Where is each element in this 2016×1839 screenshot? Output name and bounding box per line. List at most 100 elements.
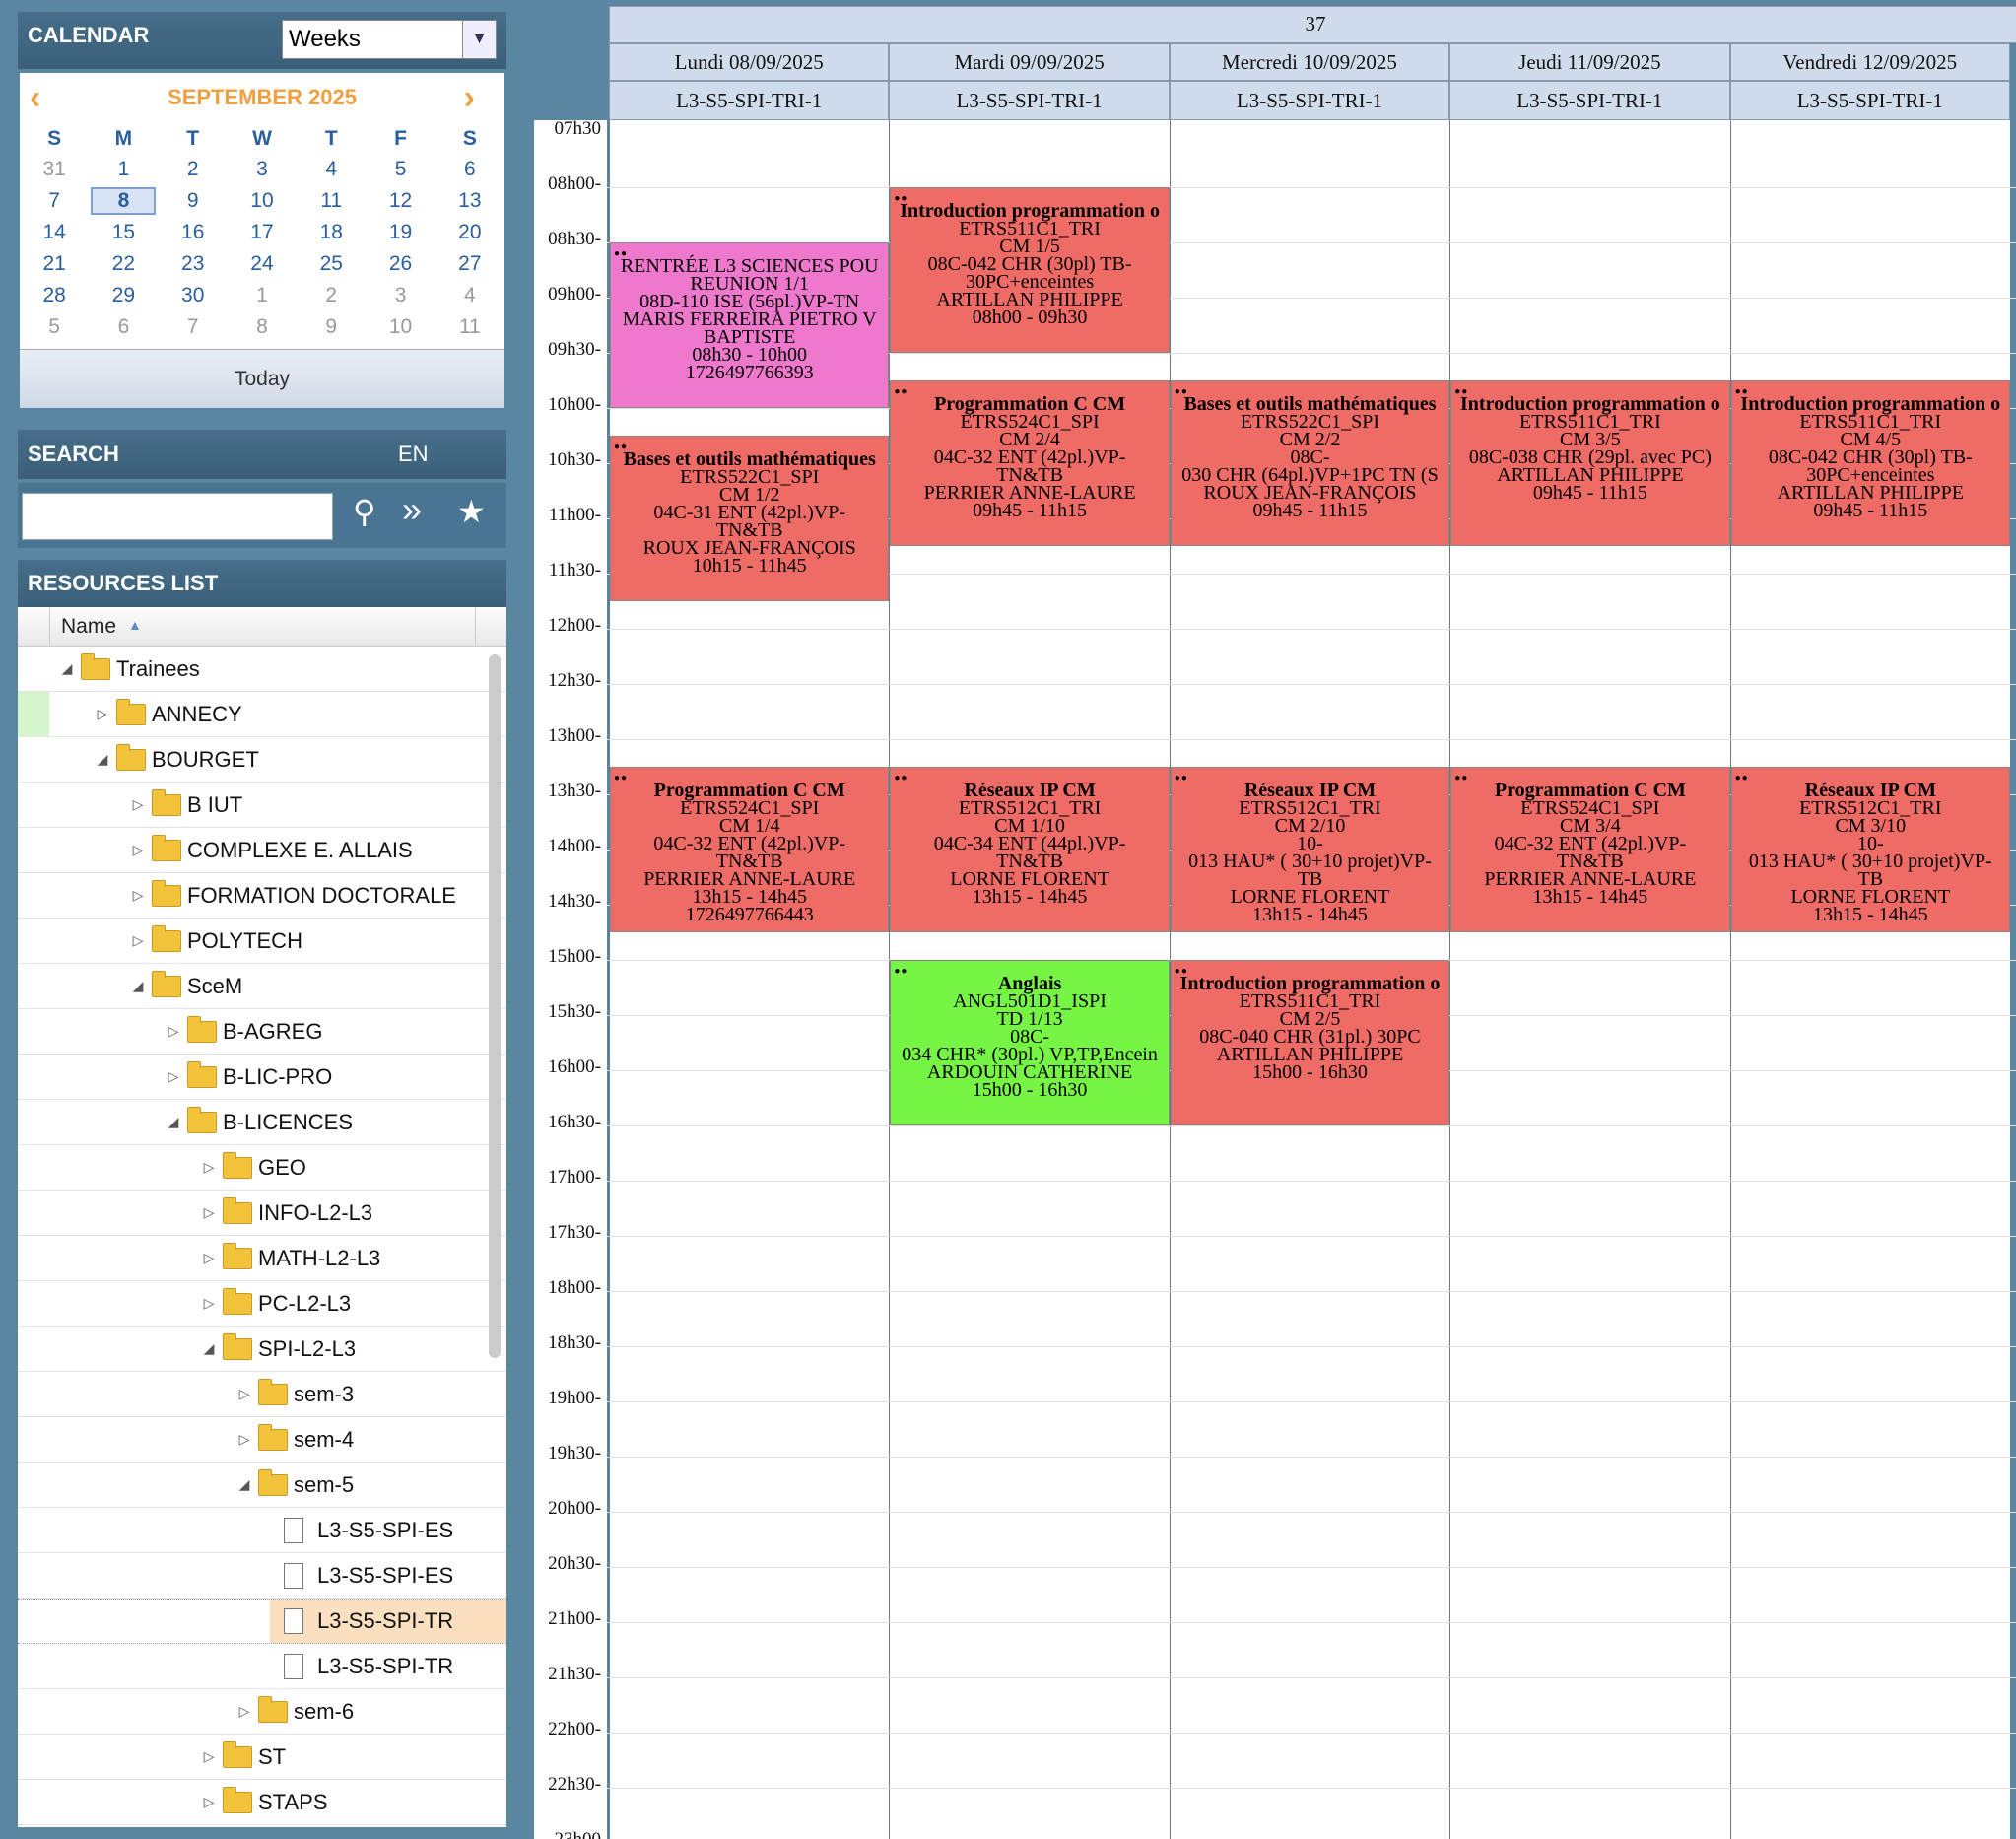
day-cell[interactable]: 27 [436,248,504,280]
course-event[interactable]: ●● Bases et outils mathématiques ETRS522C1… [1170,380,1450,546]
day-header[interactable]: Vendredi 12/09/2025 [1729,43,2010,81]
tree-item[interactable]: ▷ ANNECY [18,692,506,737]
day-cell[interactable]: 23 [159,248,228,280]
tree-item[interactable]: L3-S5-SPI-ES [18,1508,506,1553]
day-column[interactable] [1729,120,2010,1839]
day-cell[interactable]: 7 [159,311,228,343]
course-event[interactable]: ●● Introduction programmation o ETRS511C1_… [890,187,1170,353]
star-icon[interactable]: ★ [457,493,486,530]
tree-item[interactable]: ◢ SceM [18,964,506,1009]
day-cell[interactable]: 15 [89,217,158,248]
tree-item[interactable]: ▷ PC-L2-L3 [18,1281,506,1327]
course-event[interactable]: ●● Programmation C CM ETRS524C1_SPI CM 1/4 0… [610,767,890,932]
tree-item[interactable]: ▷ STAPS [18,1780,506,1825]
course-event[interactable]: ●● Réseaux IP CM ETRS512C1_TRI CM 2/10 10- 01… [1170,767,1450,932]
day-header[interactable]: Lundi 08/09/2025 [609,43,890,81]
day-cell[interactable]: 13 [436,185,504,217]
day-cell[interactable]: 2 [297,280,366,311]
tree-item[interactable]: ▷ FORMATION DOCTORALE [18,873,506,919]
tree-item[interactable]: ▷ sem-3 [18,1372,506,1417]
collapse-icon[interactable]: ◢ [199,1340,219,1357]
today-button[interactable]: Today [20,349,504,408]
language-toggle[interactable]: EN [398,430,429,479]
day-cell[interactable]: 10 [366,311,435,343]
tree-scrollbar[interactable] [489,654,501,1358]
tree-item[interactable]: L3-S5-SPI-ES [18,1553,506,1599]
day-cell[interactable]: 5 [20,311,89,343]
search-icon[interactable]: ⚲ [353,493,375,530]
collapse-icon[interactable]: ◢ [57,660,77,677]
expand-icon[interactable]: ▷ [199,1295,219,1312]
day-cell[interactable]: 6 [89,311,158,343]
tree-column-header[interactable]: Name ▲ [18,607,506,647]
search-input[interactable] [22,493,333,540]
day-cell[interactable]: 18 [297,217,366,248]
course-event[interactable]: ●● Bases et outils mathématiques ETRS522C1… [610,436,890,601]
day-cell[interactable]: 2 [159,154,228,185]
view-select[interactable]: Weeks ▼ [282,20,497,59]
course-event[interactable]: ●● Anglais ANGL501D1_ISPI TD 1/13 08C- 034 CH… [890,960,1170,1125]
course-event[interactable]: ●● Introduction programmation o ETRS511C1_… [1730,380,2010,546]
course-event[interactable]: ●● Réseaux IP CM ETRS512C1_TRI CM 3/10 10- 01… [1730,767,2010,932]
collapse-icon[interactable]: ◢ [128,978,148,994]
expand-icon[interactable]: ▷ [199,1250,219,1266]
tree-item[interactable]: ▷ MATH-L2-L3 [18,1236,506,1281]
day-cell[interactable]: 21 [20,248,89,280]
day-cell[interactable]: 22 [89,248,158,280]
day-cell[interactable]: 10 [228,185,297,217]
expand-icon[interactable]: ▷ [128,842,148,858]
day-cell[interactable]: 16 [159,217,228,248]
tree-item[interactable]: ◢ B-LICENCES [18,1100,506,1145]
expand-icon[interactable]: ▷ [164,1023,183,1040]
day-cell[interactable]: 11 [436,311,504,343]
course-event[interactable]: ●● Introduction programmation o ETRS511C1_… [1170,960,1450,1125]
tree-item[interactable]: L3-S5-SPI-TR [18,1644,506,1689]
tree-item[interactable]: ▷ COMPLEXE E. ALLAIS [18,828,506,873]
tree-item[interactable]: ▷ GEO [18,1145,506,1191]
day-cell[interactable]: 24 [228,248,297,280]
next-month-icon[interactable]: › [464,79,475,117]
day-cell[interactable]: 26 [366,248,435,280]
expand-icon[interactable]: ▷ [235,1386,254,1402]
day-cell[interactable]: 1 [228,280,297,311]
expand-icon[interactable]: ▷ [164,1068,183,1085]
day-cell[interactable]: 17 [228,217,297,248]
tree-item[interactable]: ▷ B IUT [18,783,506,828]
course-event[interactable]: ●● Réseaux IP CM ETRS512C1_TRI CM 1/10 04C-3… [890,767,1170,932]
day-cell[interactable]: 6 [436,154,504,185]
course-event[interactable]: ●● RENTRÉE L3 SCIENCES POU REUNION 1/1 08D-… [610,242,890,408]
tree-item[interactable]: ◢ Trainees [18,647,506,692]
tree-item[interactable]: ◢ BOURGET [18,737,506,783]
expand-icon[interactable]: ▷ [199,1748,219,1765]
tree-item[interactable]: ◢ sem-5 [18,1463,506,1508]
day-cell[interactable]: 9 [297,311,366,343]
tree-item[interactable]: ▷ INFO-L2-L3 [18,1191,506,1236]
day-column[interactable] [1449,120,1730,1839]
day-header[interactable]: Mercredi 10/09/2025 [1169,43,1450,81]
day-cell[interactable]: 1 [89,154,158,185]
collapse-icon[interactable]: ◢ [235,1476,254,1493]
course-event[interactable]: ●● Programmation C CM ETRS524C1_SPI CM 2/4 0… [890,380,1170,546]
expand-icon[interactable]: ▷ [199,1159,219,1176]
day-cell[interactable]: 11 [297,185,366,217]
tree-item[interactable]: ▷ ST [18,1735,506,1780]
expand-icon[interactable]: ▷ [235,1431,254,1448]
tree-item[interactable]: ▷ sem-6 [18,1689,506,1735]
expand-icon[interactable]: ▷ [128,932,148,949]
collapse-icon[interactable]: ◢ [93,751,112,768]
day-cell[interactable]: 19 [366,217,435,248]
tree-item[interactable]: ▷ B-LIC-PRO [18,1055,506,1100]
expand-icon[interactable]: ▷ [199,1204,219,1221]
day-cell[interactable]: 8 [89,185,158,217]
day-cell[interactable]: 3 [366,280,435,311]
tree-item[interactable]: ▷ B-AGREG [18,1009,506,1055]
day-header[interactable]: Mardi 09/09/2025 [889,43,1170,81]
collapse-icon[interactable]: ◢ [164,1114,183,1130]
day-cell[interactable]: 28 [20,280,89,311]
day-cell[interactable]: 7 [20,185,89,217]
day-cell[interactable]: 31 [20,154,89,185]
day-cell[interactable]: 29 [89,280,158,311]
day-cell[interactable]: 4 [436,280,504,311]
day-cell[interactable]: 9 [159,185,228,217]
course-event[interactable]: ●● Introduction programmation o ETRS511C1_… [1450,380,1730,546]
